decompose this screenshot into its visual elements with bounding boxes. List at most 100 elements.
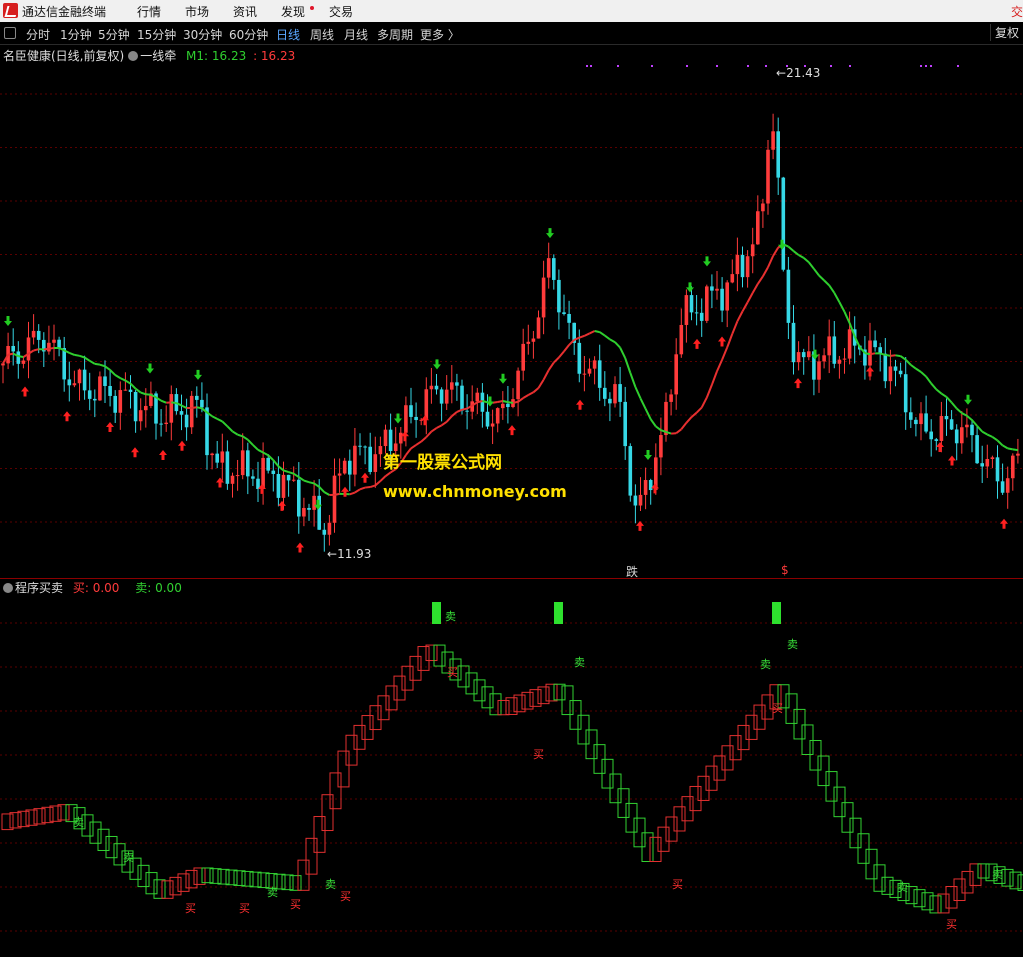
- candle-body: [281, 474, 286, 498]
- period-15min[interactable]: 15分钟: [137, 26, 176, 43]
- watermark-url: www.chnmoney.com: [383, 482, 567, 501]
- candle-body: [434, 385, 439, 390]
- ma-line-segment: [950, 401, 958, 410]
- oscillator-panel[interactable]: 买买买买买买买买买卖卖卖卖卖卖卖卖卖卖 程序买卖 买: 0.00 卖: 0.00: [0, 578, 1023, 957]
- period-30min[interactable]: 30分钟: [183, 26, 222, 43]
- ma-line-segment: [961, 412, 968, 417]
- candle-body: [827, 336, 831, 356]
- ma-line-segment: [558, 350, 565, 359]
- ma-line-segment: [334, 492, 340, 496]
- buy-arrow-icon: [936, 442, 944, 453]
- menu-item-hangqing[interactable]: 行情: [137, 3, 161, 20]
- menu-item-zixun[interactable]: 资讯: [233, 3, 257, 20]
- osc-box: [289, 875, 302, 891]
- menu-item-shichang[interactable]: 市场: [185, 3, 209, 20]
- indicator-dropdown-icon[interactable]: [128, 51, 139, 61]
- osc-box: [729, 735, 742, 761]
- period-toolbar: 分时 1分钟 5分钟 15分钟 30分钟 60分钟 日线 周线 月线 多周期 更…: [0, 22, 1023, 45]
- ma-line-segment: [736, 310, 744, 322]
- candle-body: [93, 398, 97, 401]
- candle-body: [526, 341, 531, 344]
- period-5min[interactable]: 5分钟: [98, 26, 130, 43]
- period-fenshi[interactable]: 分时: [26, 26, 50, 43]
- ma-line-segment: [104, 365, 111, 371]
- panel-toggle-icon[interactable]: [4, 27, 16, 39]
- sell-glyph: 卖: [267, 886, 278, 899]
- osc-box: [177, 873, 190, 892]
- candle-body: [679, 324, 684, 355]
- ma-line-segment: [293, 472, 300, 478]
- marker-dot: [586, 65, 588, 67]
- osc-box: [697, 775, 710, 801]
- period-multi[interactable]: 多周期: [377, 26, 413, 43]
- ma-line-segment: [451, 411, 458, 417]
- period-weekly[interactable]: 周线: [310, 26, 334, 43]
- sub-indicator-title: 程序买卖 买: 0.00 卖: 0.00: [3, 579, 182, 596]
- fuquan-button[interactable]: 复权: [990, 24, 1023, 41]
- ma-line-segment: [563, 344, 570, 353]
- buy-glyph: 买: [239, 902, 250, 915]
- buy-glyph: 买: [533, 748, 544, 761]
- candle-body: [822, 355, 826, 362]
- osc-box: [409, 655, 422, 681]
- sub-indicator-name: 程序买卖: [15, 581, 64, 595]
- osc-box: [393, 675, 406, 701]
- sell-arrow-icon: [686, 282, 694, 293]
- candle-body: [128, 389, 133, 392]
- candle-body: [72, 383, 77, 386]
- candle-body: [399, 432, 403, 444]
- sell-glyph: 卖: [325, 878, 336, 891]
- candle-body: [873, 340, 877, 348]
- candle-body: [689, 295, 694, 313]
- candle-body: [291, 479, 296, 481]
- ma-line-segment: [68, 351, 75, 356]
- osc-box: [401, 665, 414, 691]
- ma-line-segment: [313, 482, 320, 488]
- ma-line-segment: [731, 320, 739, 335]
- candle-body: [276, 473, 281, 498]
- candle-body: [322, 529, 327, 535]
- candle-body: [740, 254, 745, 278]
- period-monthly[interactable]: 月线: [344, 26, 368, 43]
- ma-line-segment: [308, 481, 315, 485]
- candle-body: [669, 394, 673, 402]
- high-price-label: ←21.43: [776, 66, 821, 80]
- app-title: 通达信金融终端: [22, 5, 107, 19]
- candle-body: [108, 386, 112, 396]
- ma-line-segment: [124, 379, 132, 385]
- period-60min[interactable]: 60分钟: [229, 26, 268, 43]
- candle-body: [567, 313, 571, 323]
- sell-glyph: 卖: [73, 816, 84, 829]
- ma-line-segment: [644, 408, 652, 420]
- candle-body: [761, 203, 765, 212]
- osc-box: [681, 796, 694, 822]
- ma-line-segment: [364, 486, 371, 489]
- ma-line-segment: [890, 354, 896, 357]
- menu-item-trade-cut[interactable]: 交: [1011, 3, 1023, 20]
- ma-line-segment: [262, 451, 269, 457]
- menu-item-faxian[interactable]: 发现: [281, 3, 305, 20]
- menu-item-jiaoyi[interactable]: 交易: [329, 3, 353, 20]
- ma-line-segment: [675, 428, 682, 434]
- candle-body: [557, 279, 561, 313]
- ma-line-segment: [171, 401, 177, 405]
- sell-glyph: 卖: [445, 610, 456, 623]
- sub-indicator-dropdown-icon[interactable]: [3, 583, 13, 593]
- buy-arrow-icon: [693, 338, 701, 349]
- ma-line-segment: [221, 420, 229, 428]
- ma-line-segment: [547, 361, 555, 371]
- period-more[interactable]: 更多 〉: [420, 26, 460, 43]
- osc-box: [249, 871, 262, 888]
- kline-panel[interactable]: 名臣健康(日线,前复权) 一线牵 M1: 16.23 : 16.23 ←21.43…: [0, 44, 1023, 579]
- oscillator-chart-svg: 买买买买买买买买买卖卖卖卖卖卖卖卖 卖卖: [0, 602, 1023, 932]
- candle-body: [450, 382, 454, 390]
- sell-arrow-icon: [4, 315, 12, 326]
- osc-box: [977, 863, 990, 879]
- candle-body: [31, 330, 36, 338]
- osc-box: [57, 804, 70, 821]
- ma-line-segment: [940, 392, 948, 398]
- period-1min[interactable]: 1分钟: [60, 26, 92, 43]
- sell-arrow-icon: [964, 394, 972, 405]
- period-daily[interactable]: 日线: [276, 26, 300, 43]
- candle-body: [138, 410, 143, 422]
